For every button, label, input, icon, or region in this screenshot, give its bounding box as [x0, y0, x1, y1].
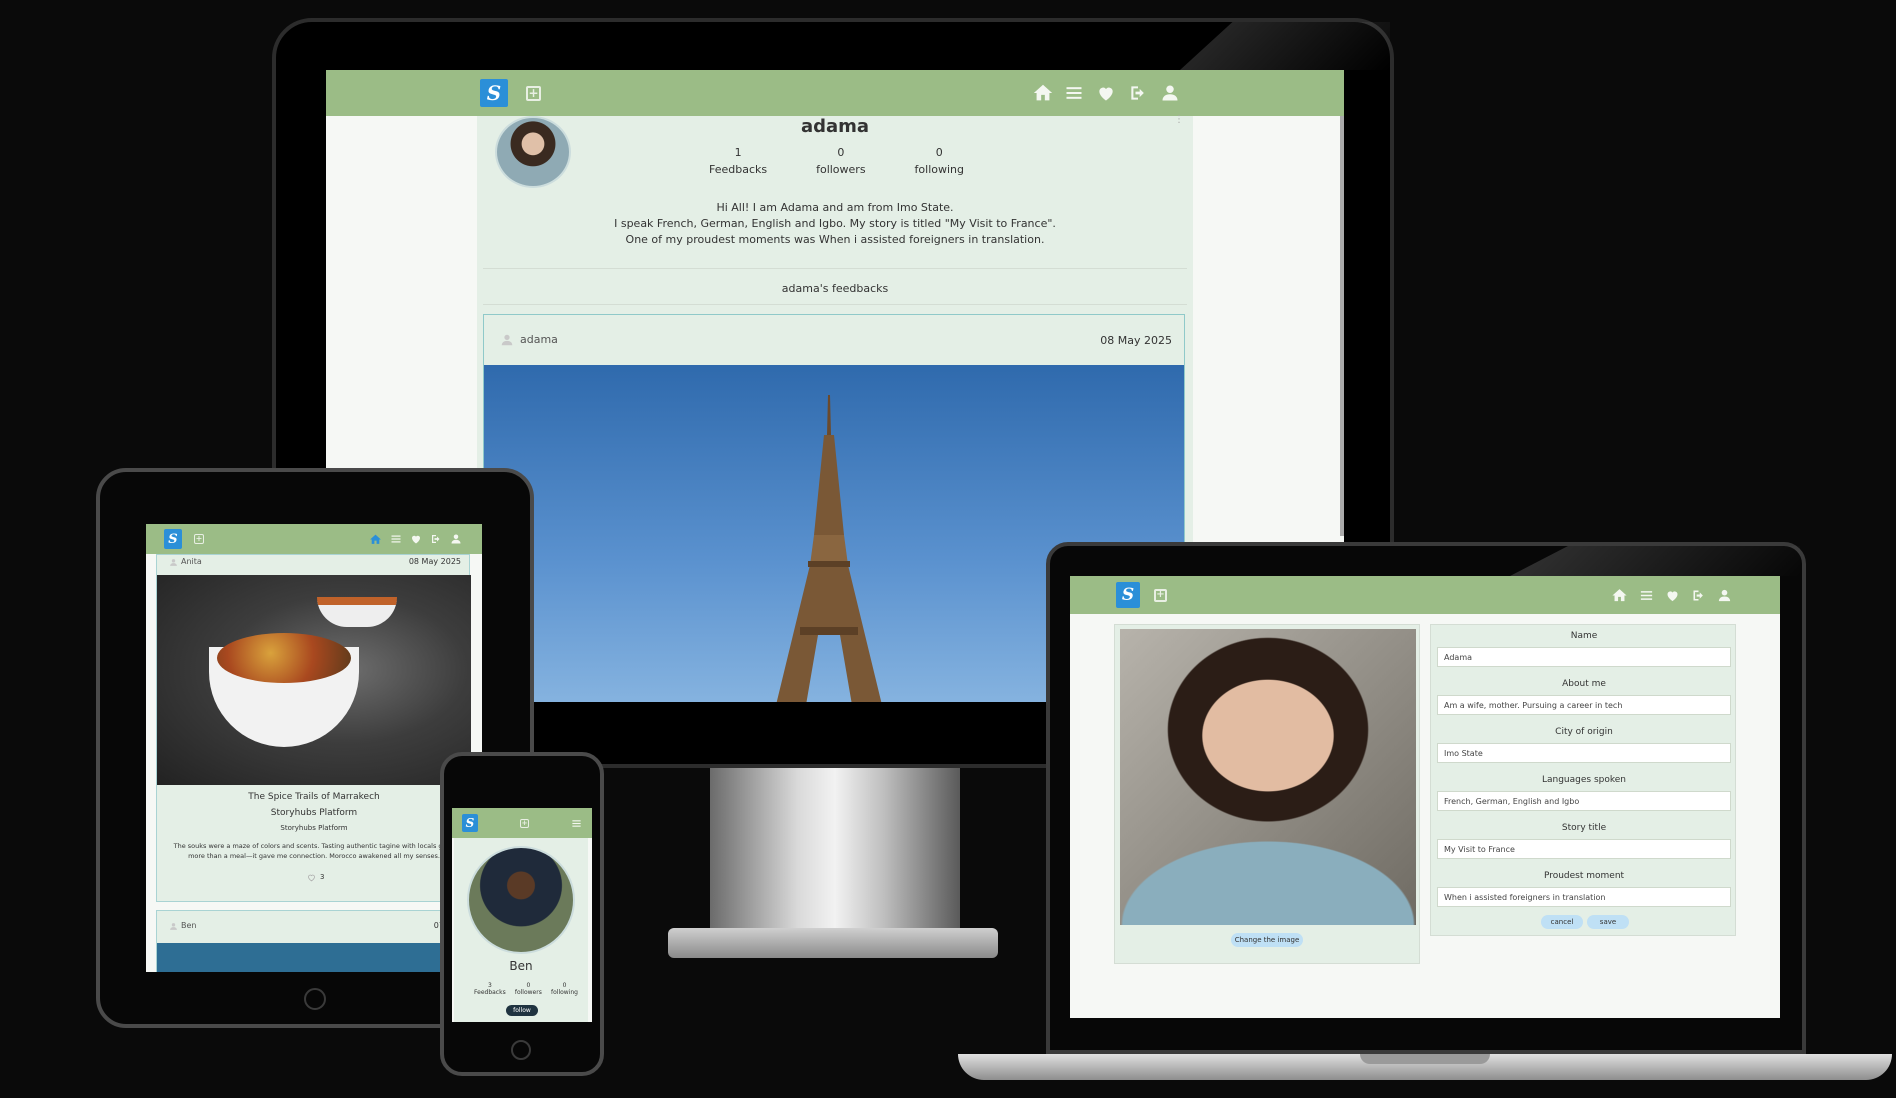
logo-icon[interactable]: S	[480, 79, 508, 107]
post-date: 08 May 2025	[1100, 334, 1172, 347]
laptop-navbar: S +	[1070, 576, 1780, 614]
user-icon[interactable]	[1717, 588, 1732, 603]
tablet-home-button	[304, 988, 326, 1010]
field-story-label: Story title	[1561, 823, 1607, 833]
menu-icon[interactable]	[390, 533, 402, 545]
post-image	[157, 943, 469, 972]
user-icon[interactable]	[1160, 83, 1180, 103]
feedbacks-heading: adama's feedbacks	[781, 282, 889, 295]
heart-icon[interactable]	[410, 533, 422, 545]
post-author[interactable]: Ben	[181, 921, 196, 930]
moment-input[interactable]: When i assisted foreigners in translatio…	[1437, 887, 1731, 907]
profile-name: adama	[800, 116, 870, 137]
follow-button[interactable]: follow	[506, 1005, 538, 1016]
post-title[interactable]: The Spice Trails of Marrakech	[157, 792, 471, 802]
post-image	[157, 575, 471, 785]
like-count: 3	[320, 873, 325, 881]
home-icon[interactable]	[369, 533, 382, 546]
save-button[interactable]: save	[1587, 915, 1629, 929]
field-about-label: About me	[1562, 679, 1606, 689]
logout-icon[interactable]	[430, 533, 442, 545]
phone-screen: S + Ben 3 Feedbacks 0 followers 0 following…	[452, 808, 592, 1022]
menu-icon[interactable]	[1639, 588, 1654, 603]
field-city-label: City of origin	[1555, 727, 1613, 737]
logout-icon[interactable]	[1128, 83, 1148, 103]
post-date: 08 May 2025	[408, 557, 461, 566]
monitor-stand-neck	[710, 768, 960, 928]
tablet-screen: S + Anita 08 May 2025 The Spice Trails o…	[146, 524, 482, 972]
phone-navbar: S +	[452, 808, 592, 838]
stat-following[interactable]: 0 following	[915, 146, 964, 176]
stat-feedbacks: 3 Feedbacks	[474, 982, 506, 996]
monitor-scrollbar[interactable]	[1340, 116, 1344, 536]
story-input[interactable]: My Visit to France	[1437, 839, 1731, 859]
add-post-icon[interactable]: +	[520, 818, 529, 828]
home-icon[interactable]	[1611, 587, 1628, 604]
divider	[483, 268, 1187, 269]
phone-content: Ben 3 Feedbacks 0 followers 0 following fol…	[454, 838, 588, 1022]
like-heart-icon[interactable]	[307, 873, 316, 882]
city-input[interactable]: Imo State	[1437, 743, 1731, 763]
field-moment-label: Proudest moment	[1543, 871, 1625, 881]
logo-icon[interactable]: S	[164, 529, 182, 549]
logo-icon[interactable]: S	[1116, 582, 1140, 608]
post-author[interactable]: Anita	[181, 557, 202, 566]
languages-input[interactable]: French, German, English and Igbo	[1437, 791, 1731, 811]
post-card[interactable]: Anita 08 May 2025 The Spice Trails of Ma…	[156, 554, 471, 902]
image-panel: Change the image	[1114, 624, 1420, 964]
post-author[interactable]: adama	[520, 333, 558, 346]
avatar	[467, 846, 575, 954]
logo-icon[interactable]: S	[462, 814, 478, 832]
cancel-button[interactable]: cancel	[1541, 915, 1583, 929]
profile-stats: 1 Feedbacks 0 followers 0 following	[709, 146, 964, 176]
stat-feedbacks: 1 Feedbacks	[709, 146, 768, 176]
author-avatar-icon	[169, 922, 178, 931]
tablet-navbar: S +	[146, 524, 482, 554]
change-image-button[interactable]: Change the image	[1231, 933, 1303, 947]
monitor-navbar: S +	[326, 70, 1344, 116]
name-input[interactable]: Adama	[1437, 647, 1731, 667]
heart-icon[interactable]	[1096, 83, 1116, 103]
food-image	[217, 633, 351, 683]
stat-followers[interactable]: 0 followers	[816, 146, 865, 176]
field-languages-label: Languages spoken	[1541, 775, 1626, 785]
menu-icon[interactable]	[1064, 83, 1084, 103]
home-icon[interactable]	[1032, 82, 1054, 104]
post-text: The souks were a maze of colors and scen…	[173, 842, 455, 860]
post-subtitle: Storyhubs Platform	[280, 824, 348, 832]
phone-home-button	[511, 1040, 531, 1060]
author-avatar-icon	[500, 333, 514, 347]
profile-stats: 3 Feedbacks 0 followers 0 following	[474, 982, 578, 996]
eiffel-tower-image	[776, 395, 882, 702]
add-post-icon[interactable]: +	[194, 534, 204, 544]
heart-icon[interactable]	[1665, 588, 1680, 603]
edit-profile-form: Name Adama About me Am a wife, mother. P…	[1430, 624, 1736, 936]
user-icon[interactable]	[450, 533, 462, 545]
stat-following[interactable]: 0 following	[551, 982, 578, 996]
logout-icon[interactable]	[1691, 588, 1706, 603]
profile-bio: Hi All! I am Adama and am from Imo State…	[614, 201, 1056, 246]
sauce-boat-image	[317, 597, 397, 627]
divider	[483, 304, 1187, 305]
profile-photo	[1120, 629, 1416, 925]
profile-name: Ben	[509, 959, 533, 973]
stat-followers[interactable]: 0 followers	[515, 982, 542, 996]
add-post-icon[interactable]: +	[526, 85, 541, 101]
about-input[interactable]: Am a wife, mother. Pursuing a career in …	[1437, 695, 1731, 715]
monitor-stand-base	[668, 928, 998, 958]
author-avatar-icon	[169, 558, 178, 567]
laptop-notch	[1360, 1054, 1490, 1064]
laptop-screen: S + Change the image Name Adama About me…	[1070, 576, 1780, 1018]
field-name-label: Name	[1570, 631, 1598, 641]
post-card[interactable]: Ben 07 May	[156, 910, 470, 972]
add-post-icon[interactable]: +	[1154, 588, 1167, 602]
post-platform: Storyhubs Platform	[270, 808, 358, 818]
menu-icon[interactable]	[571, 818, 582, 829]
